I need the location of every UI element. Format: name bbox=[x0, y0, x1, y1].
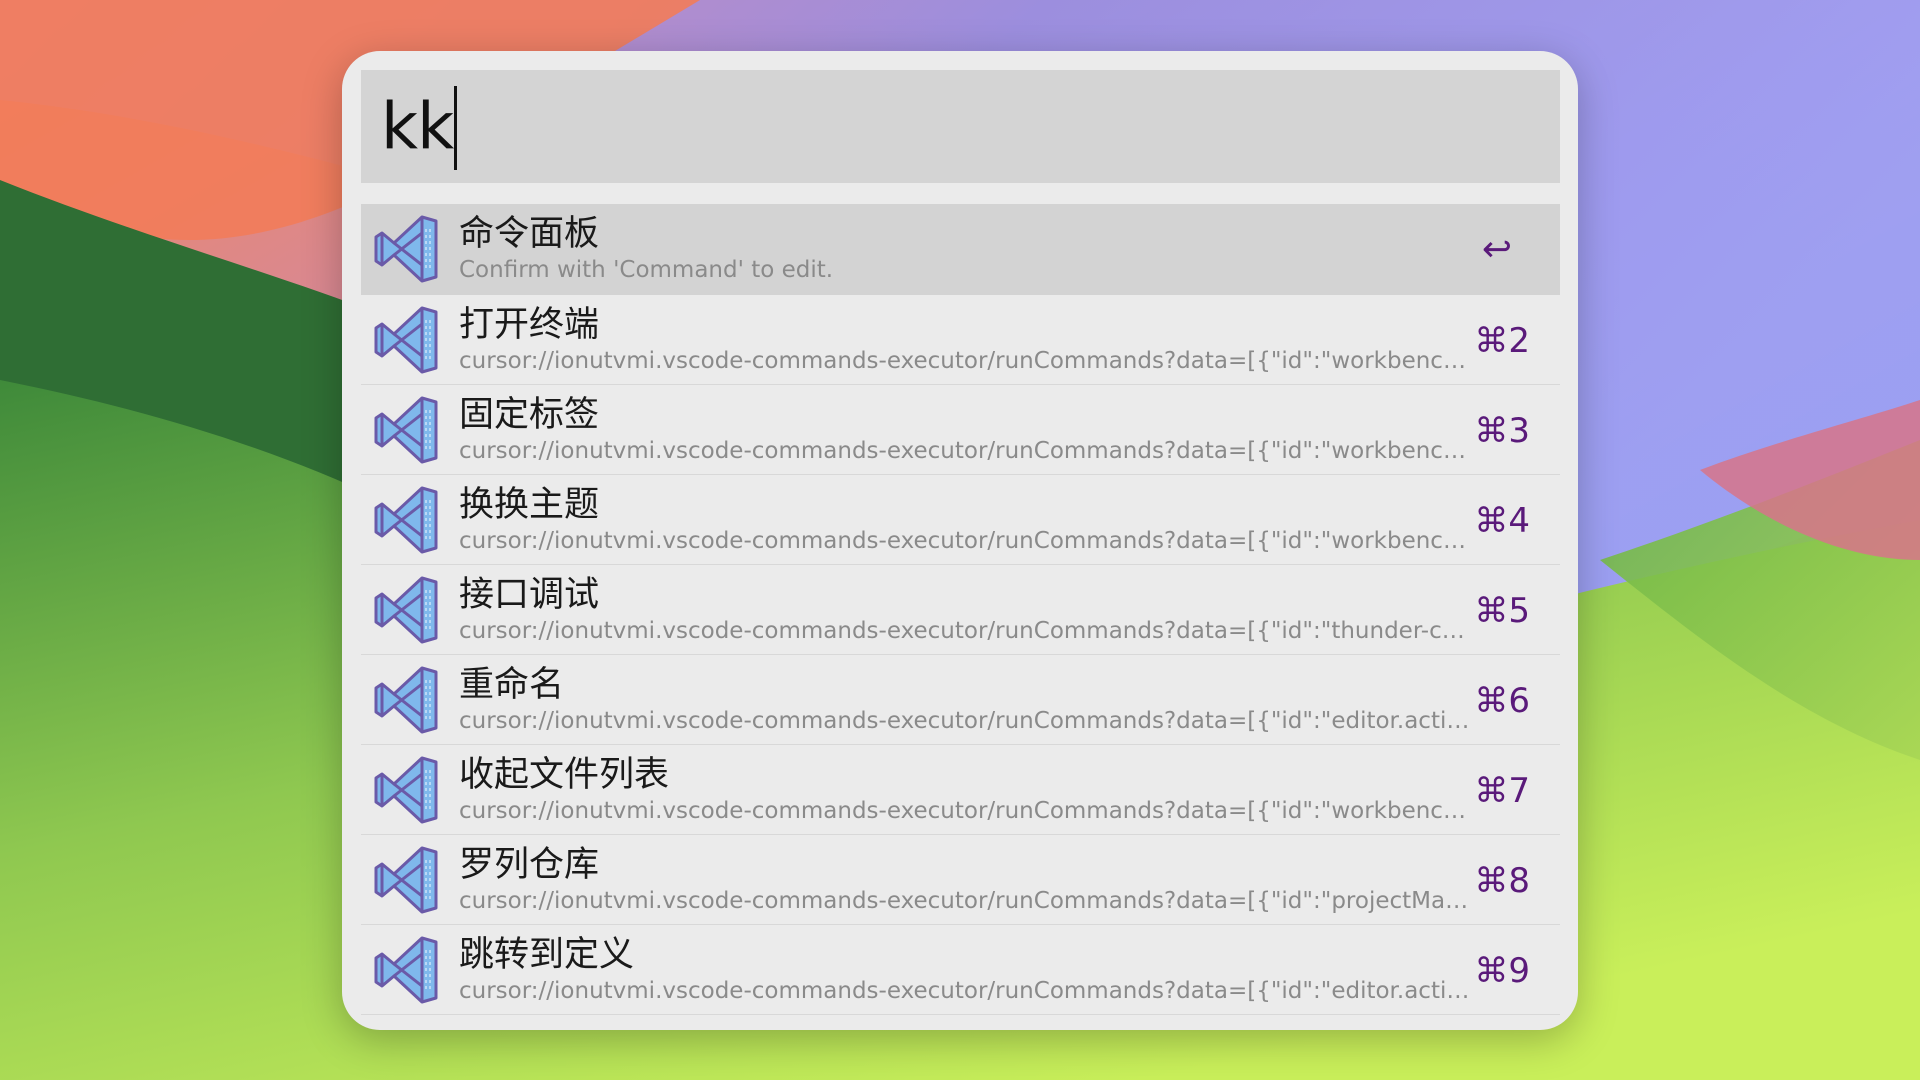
result-title: 命令面板 bbox=[459, 214, 600, 254]
result-row-2[interactable]: 打开终端 cursor://ionutvmi.vscode-commands-e… bbox=[361, 295, 1560, 385]
result-title: 接口调试 bbox=[459, 575, 600, 615]
vscode-icon bbox=[374, 576, 438, 644]
result-subtitle: cursor://ionutvmi.vscode-commands-execut… bbox=[459, 708, 1471, 734]
result-row-3[interactable]: 固定标签 cursor://ionutvmi.vscode-commands-e… bbox=[361, 385, 1560, 475]
result-row-4[interactable]: 换换主题 cursor://ionutvmi.vscode-commands-e… bbox=[361, 475, 1560, 565]
result-subtitle: cursor://ionutvmi.vscode-commands-execut… bbox=[459, 978, 1471, 1004]
result-subtitle: cursor://ionutvmi.vscode-commands-execut… bbox=[459, 438, 1471, 464]
result-shortcut: ⌘2 bbox=[1474, 321, 1530, 361]
vscode-icon bbox=[374, 666, 438, 734]
result-shortcut: ⌘5 bbox=[1474, 591, 1530, 631]
result-shortcut: ⌘7 bbox=[1474, 771, 1530, 811]
result-shortcut: ⌘8 bbox=[1474, 861, 1530, 901]
vscode-icon bbox=[374, 306, 438, 374]
result-shortcut: ⌘6 bbox=[1474, 681, 1530, 721]
vscode-icon bbox=[374, 936, 438, 1004]
result-row-5[interactable]: 接口调试 cursor://ionutvmi.vscode-commands-e… bbox=[361, 565, 1560, 655]
result-shortcut: ⌘9 bbox=[1474, 951, 1530, 991]
result-title: 固定标签 bbox=[459, 395, 600, 435]
search-input[interactable]: kk bbox=[381, 86, 458, 170]
result-row-6[interactable]: 重命名 cursor://ionutvmi.vscode-commands-ex… bbox=[361, 655, 1560, 745]
vscode-icon bbox=[374, 846, 438, 914]
result-title: 打开终端 bbox=[459, 305, 600, 345]
result-title: 换换主题 bbox=[459, 485, 600, 525]
result-subtitle: cursor://ionutvmi.vscode-commands-execut… bbox=[459, 888, 1471, 914]
vscode-icon bbox=[374, 756, 438, 824]
result-row-8[interactable]: 罗列仓库 cursor://ionutvmi.vscode-commands-e… bbox=[361, 835, 1560, 925]
result-row-1[interactable]: 命令面板 Confirm with 'Command' to edit. ↩ bbox=[361, 204, 1560, 295]
vscode-icon bbox=[374, 396, 438, 464]
result-shortcut: ↩ bbox=[1481, 229, 1512, 270]
search-box[interactable]: kk bbox=[361, 70, 1560, 183]
result-subtitle: cursor://ionutvmi.vscode-commands-execut… bbox=[459, 528, 1471, 554]
text-caret bbox=[454, 86, 458, 170]
result-title: 罗列仓库 bbox=[459, 845, 600, 885]
result-subtitle: cursor://ionutvmi.vscode-commands-execut… bbox=[459, 618, 1471, 644]
result-title: 跳转到定义 bbox=[459, 935, 635, 975]
result-subtitle: Confirm with 'Command' to edit. bbox=[459, 257, 834, 283]
launcher-window: kk 命令面板 Confirm with 'Command' to edit. … bbox=[342, 51, 1578, 1030]
results-list: 命令面板 Confirm with 'Command' to edit. ↩ 打… bbox=[361, 204, 1560, 1015]
vscode-icon bbox=[374, 486, 438, 554]
result-row-7[interactable]: 收起文件列表 cursor://ionutvmi.vscode-commands… bbox=[361, 745, 1560, 835]
result-subtitle: cursor://ionutvmi.vscode-commands-execut… bbox=[459, 348, 1471, 374]
result-row-9[interactable]: 跳转到定义 cursor://ionutvmi.vscode-commands-… bbox=[361, 925, 1560, 1015]
result-title: 收起文件列表 bbox=[459, 755, 670, 795]
result-shortcut: ⌘3 bbox=[1474, 411, 1530, 451]
vscode-icon bbox=[374, 215, 438, 283]
search-query: kk bbox=[381, 90, 454, 165]
result-subtitle: cursor://ionutvmi.vscode-commands-execut… bbox=[459, 798, 1471, 824]
result-shortcut: ⌘4 bbox=[1474, 501, 1530, 541]
result-title: 重命名 bbox=[459, 665, 565, 705]
